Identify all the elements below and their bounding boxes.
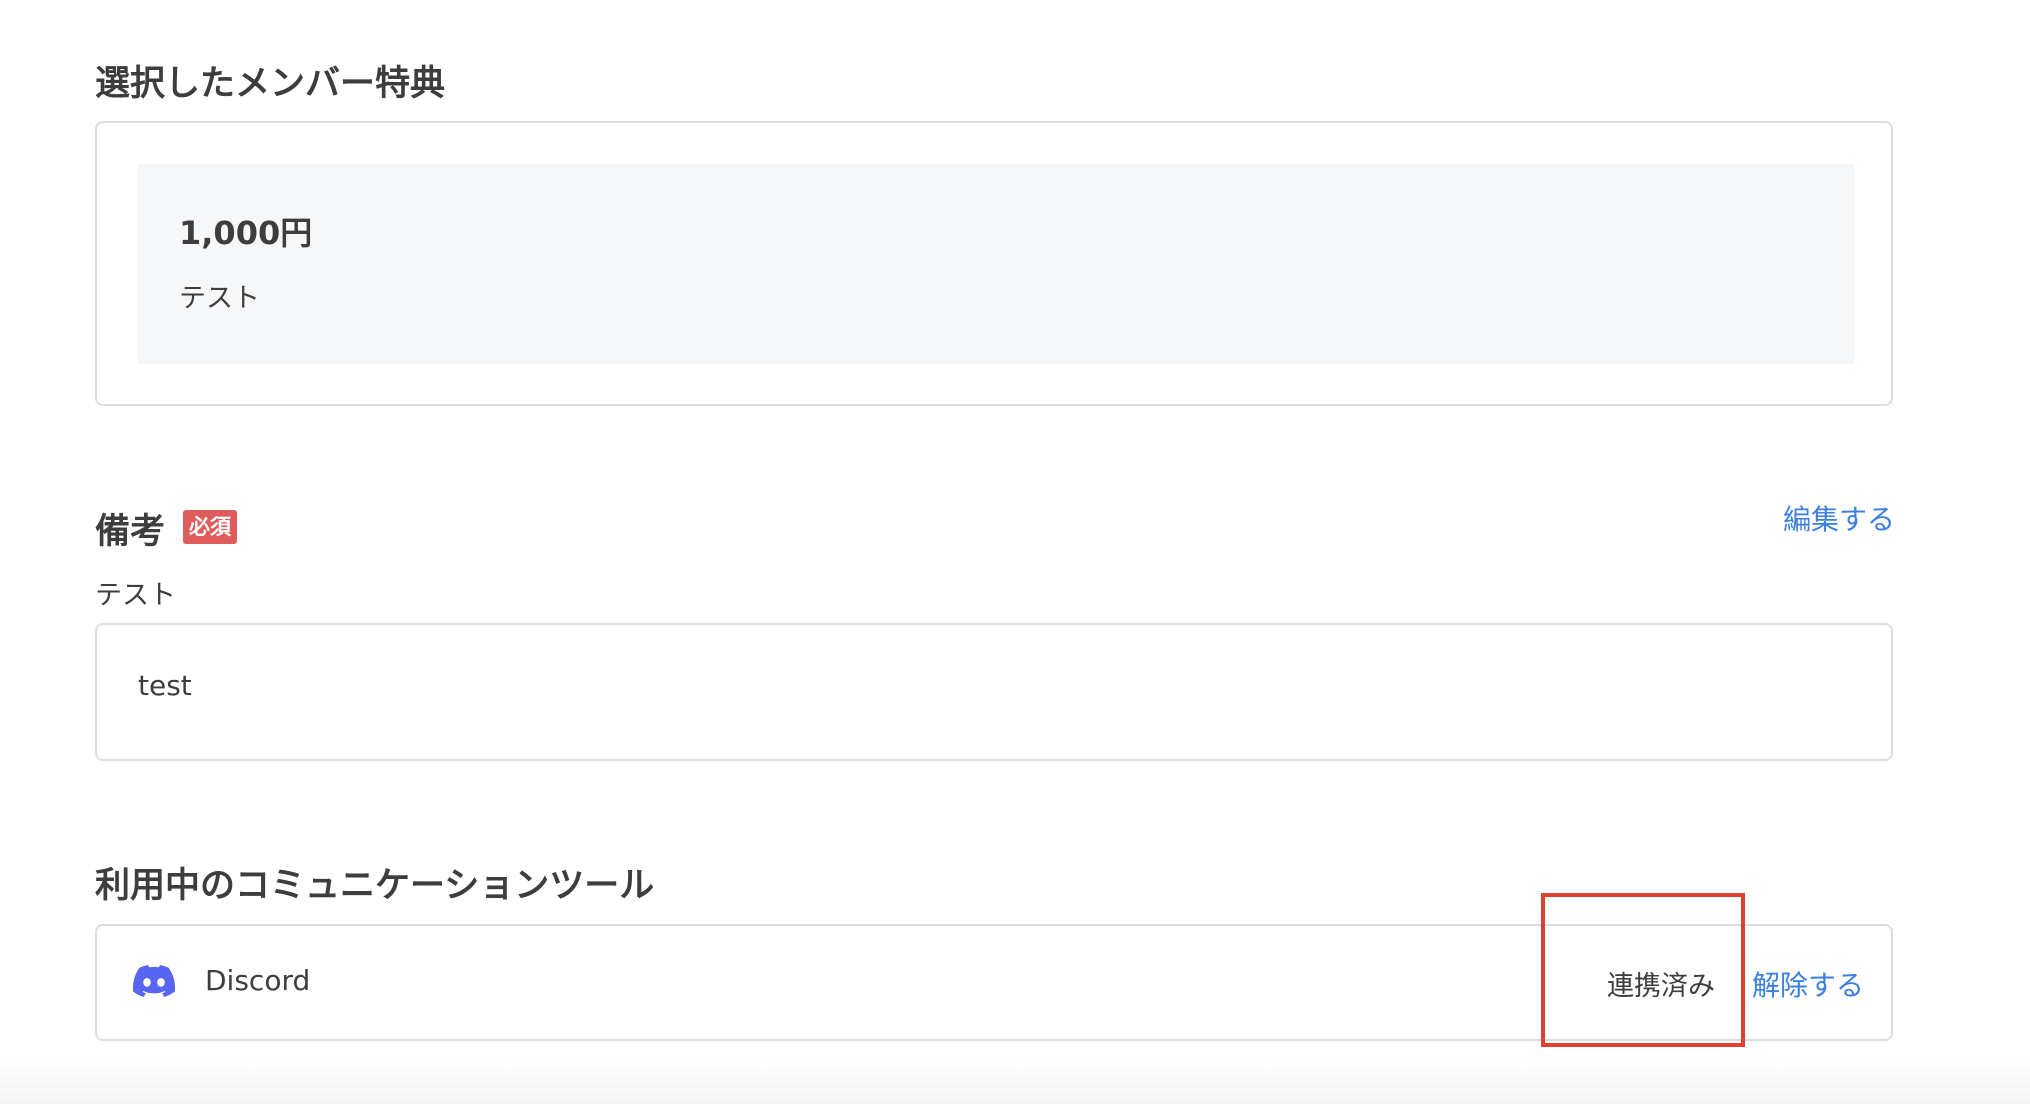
disconnect-link[interactable]: 解除する [1752,964,1864,1004]
tools-section-title: 利用中のコミュニケーションツール [95,866,655,906]
notes-field-label: テスト [95,580,176,611]
perk-section-title: 選択したメンバー特典 [95,64,446,104]
edit-notes-link[interactable]: 編集する [1783,498,1895,538]
notes-field: test [95,623,1893,761]
perk-description: テスト [179,283,260,314]
discord-icon [133,965,175,997]
connection-status: 連携済み [1607,971,1715,1002]
perk-item: 1,000円 テスト [138,164,1854,364]
notes-section-title: 備考 [95,512,166,552]
bottom-shadow [0,1060,2030,1104]
tool-name: Discord [205,964,311,997]
perk-card: 1,000円 テスト [95,121,1893,406]
required-badge: 必須 [183,510,237,544]
tool-row: Discord 連携済み 解除する [95,924,1893,1041]
perk-price: 1,000円 [179,214,313,252]
notes-field-value: test [138,669,192,702]
page: 選択したメンバー特典 1,000円 テスト 備考 必須 編集する テスト tes… [0,0,2030,1104]
